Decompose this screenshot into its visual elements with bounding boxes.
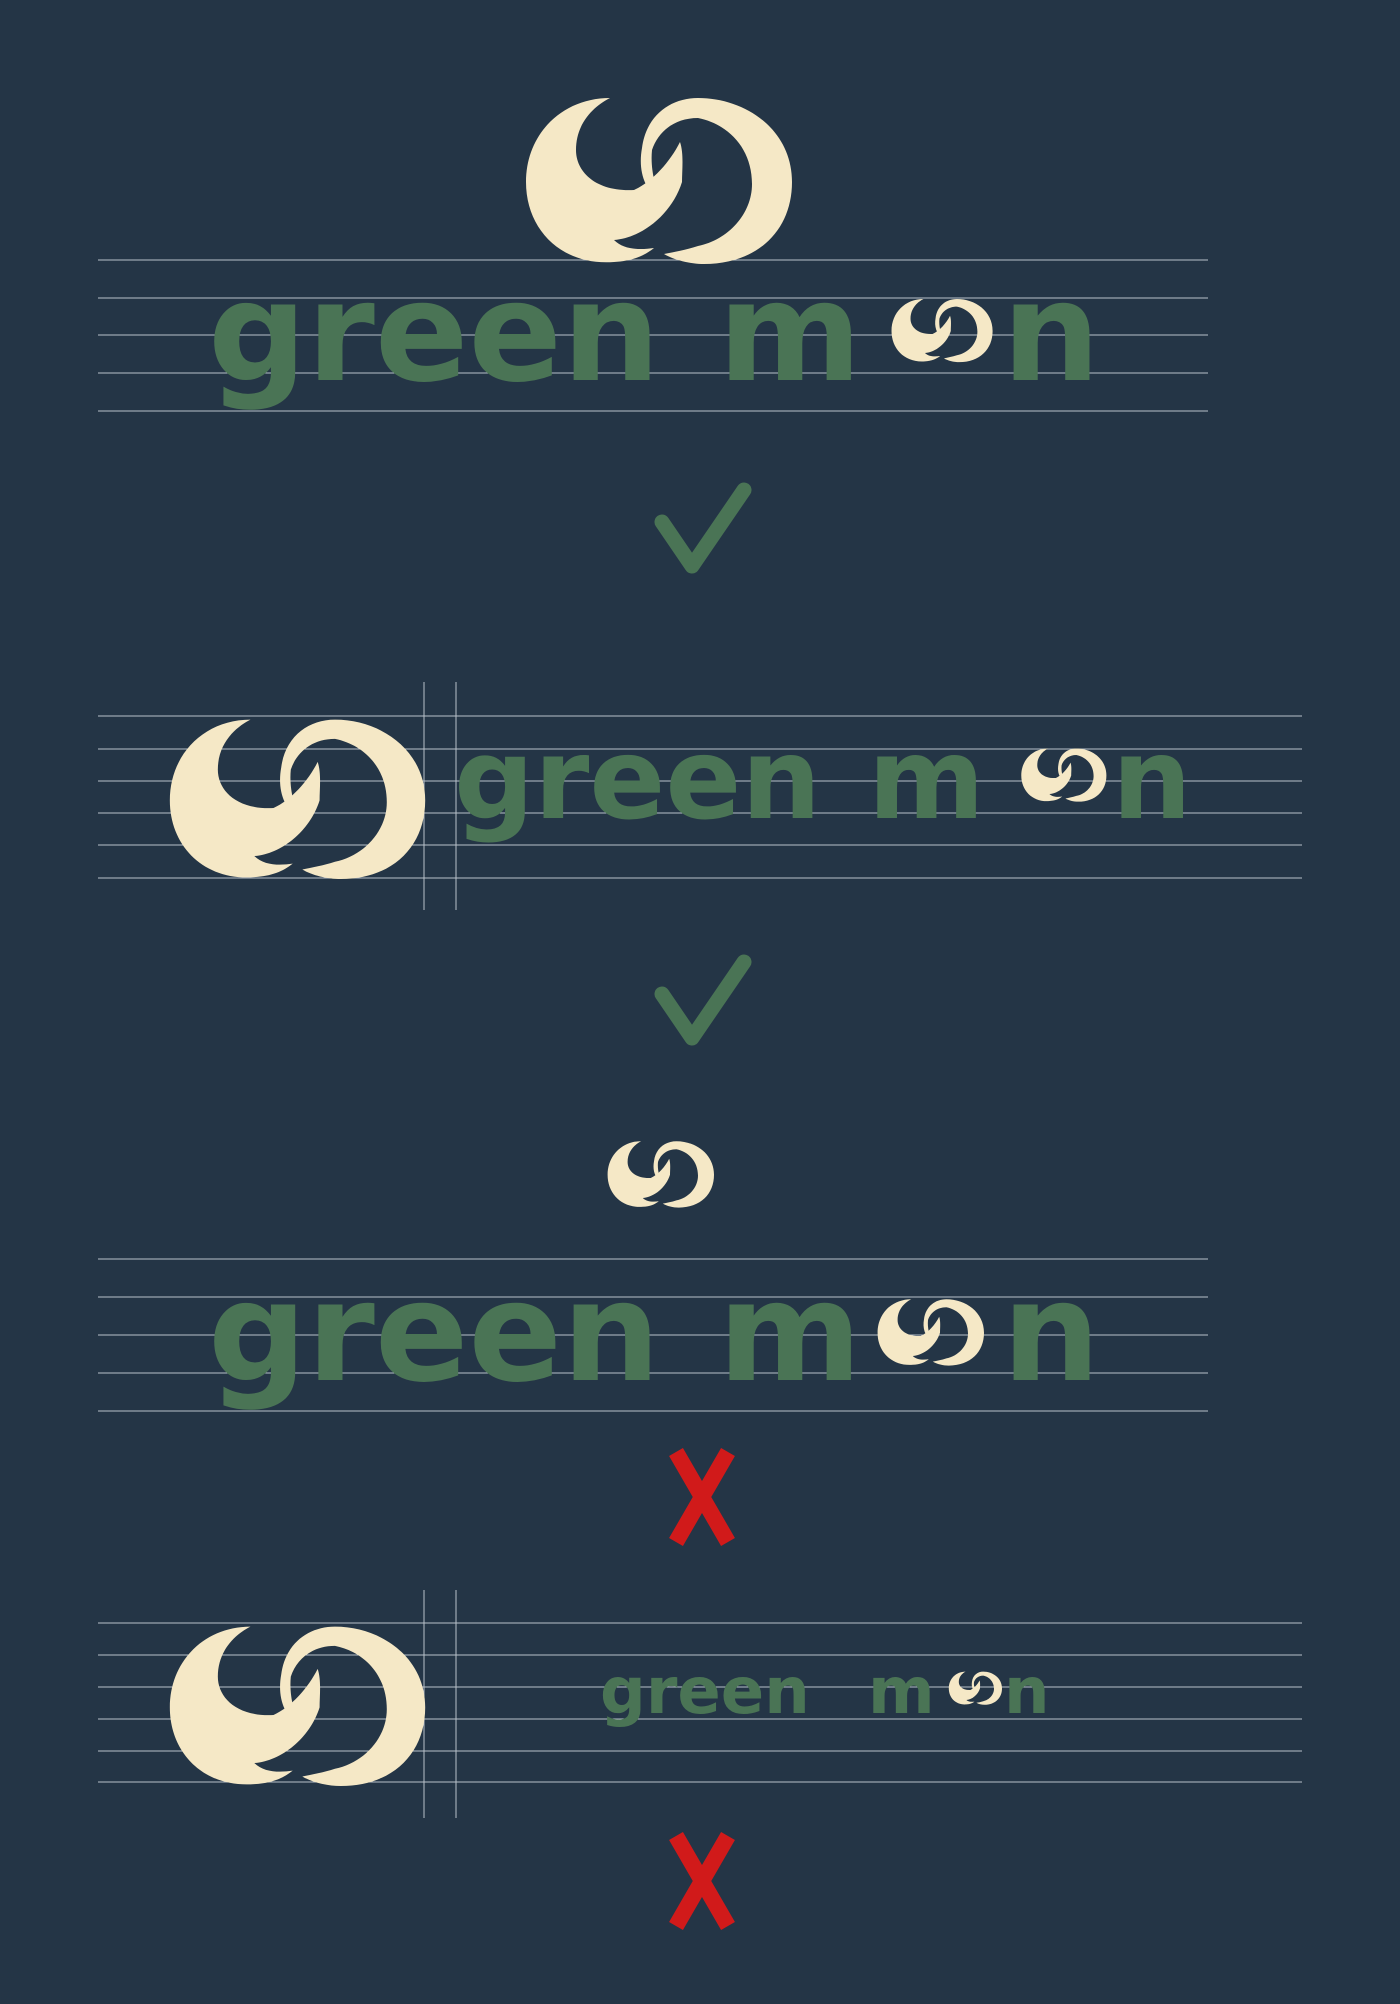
moon-emblem-large — [169, 1626, 426, 1787]
wordmark-green: green — [208, 1252, 660, 1413]
wordmark-n: n — [1002, 252, 1100, 413]
section-horizontal-correct: green m n — [98, 682, 1302, 910]
wordmark-n: n — [1002, 1252, 1100, 1413]
logo-usage-canvas: green m n green m n green m n green m n — [98, 98, 1302, 1931]
section-stacked-incorrect: green m n — [98, 1141, 1208, 1413]
wordmark-m: m — [868, 715, 985, 845]
moon-emblem-large — [169, 719, 426, 880]
wordmark-m: m — [868, 1655, 935, 1729]
section-horizontal-incorrect: green m n — [98, 1590, 1302, 1818]
wordmark-small: green m n — [600, 1655, 1050, 1729]
wordmark-moon-oo — [891, 299, 993, 363]
moon-emblem-small — [607, 1141, 714, 1208]
section-stacked-correct: green m n — [98, 98, 1208, 413]
wordmark-m: m — [718, 252, 862, 413]
wordmark: green m n — [208, 252, 1100, 413]
cross-icon — [669, 1447, 735, 1547]
wordmark-green: green — [208, 252, 660, 413]
wordmark-moon-oo — [948, 1671, 1002, 1705]
wordmark-n: n — [1112, 715, 1192, 845]
moon-emblem-large — [526, 98, 792, 264]
wordmark: green m n — [208, 1252, 1100, 1413]
wordmark-moon-oo — [877, 1299, 984, 1366]
wordmark-green: green — [454, 715, 821, 845]
check-icon — [654, 954, 752, 1046]
wordmark: green m n — [454, 715, 1192, 845]
wordmark-moon-oo — [1021, 748, 1107, 802]
wordmark-n: n — [1004, 1655, 1050, 1729]
logo-usage-sheet: green m n green m n green m n green m n — [0, 0, 1400, 2000]
wordmark-m: m — [718, 1252, 862, 1413]
wordmark-green: green — [600, 1655, 810, 1729]
cross-icon — [669, 1831, 735, 1931]
check-icon — [654, 482, 752, 574]
